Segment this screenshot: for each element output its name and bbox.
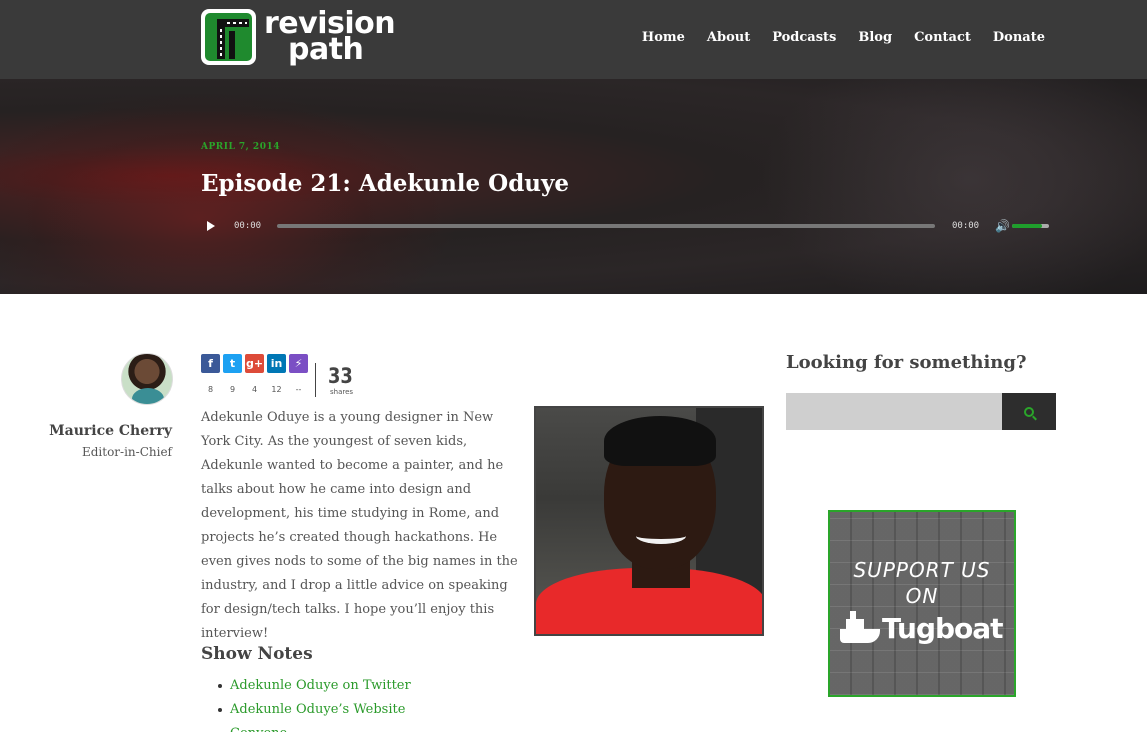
search-button[interactable] [1002,393,1056,430]
author-role: Editor-in-Chief [81,445,172,459]
nav-contact[interactable]: Contact [914,30,971,45]
more-count: -- [295,385,302,394]
search-icon [1024,406,1034,417]
episode-date: APRIL 7, 2014 [201,142,280,152]
tugboat-text: Tugboat [882,611,1004,645]
facebook-count: 8 [207,385,214,394]
progress-track[interactable] [277,224,935,228]
episode-hero: APRIL 7, 2014 Episode 21: Adekunle Oduye… [0,79,1147,294]
site-logo[interactable]: revision path [201,9,396,65]
nav-home[interactable]: Home [642,30,685,45]
current-time: 00:00 [234,221,262,231]
linkedin-icon[interactable]: in [267,354,286,373]
tugboat-brand: Tugboat [840,608,1010,648]
nav-blog[interactable]: Blog [858,30,892,45]
logo-text: revision path [264,9,396,65]
share-total-label: shares [330,388,354,396]
play-icon[interactable] [207,221,215,231]
support-line2: ON [905,584,939,608]
twitter-icon[interactable]: t [223,354,242,373]
twitter-count: 9 [229,385,236,394]
shownotes-link[interactable]: Adekunle Oduye on Twitter [218,674,411,698]
shownotes-link[interactable]: Convene [230,722,411,732]
episode-title: Episode 21: Adekunle Oduye [201,170,570,197]
guest-photo [534,406,764,636]
googleplus-icon[interactable]: g+ [245,354,264,373]
volume-level [1012,224,1042,228]
shownotes-list: Adekunle Oduye on Twitter Adekunle Oduye… [218,674,411,732]
search-input[interactable] [786,393,1002,430]
nav-about[interactable]: About [707,30,750,45]
search-title: Looking for something? [786,352,1027,373]
googleplus-count: 4 [251,385,258,394]
author-name: Maurice Cherry [49,423,172,439]
shownotes-link[interactable]: Adekunle Oduye’s Website [218,698,411,722]
shownotes-title: Show Notes [201,644,313,664]
tugboat-icon [840,611,880,645]
audio-player: 00:00 00:00 🔊 [201,216,1051,236]
nav-donate[interactable]: Donate [993,30,1045,45]
episode-intro: Adekunle Oduye is a young designer in Ne… [201,410,518,641]
facebook-icon[interactable]: f [201,354,220,373]
site-header: revision path Home About Podcasts Blog C… [0,0,1147,79]
support-tugboat-banner[interactable]: SUPPORT US ON Tugboat [828,510,1016,697]
share-divider [315,363,316,397]
more-icon[interactable]: ⚡ [289,354,308,373]
linkedin-count: 12 [271,385,282,394]
support-line1: SUPPORT US [853,558,991,582]
duration-time: 00:00 [952,221,980,231]
author-avatar [121,353,173,405]
main-nav: Home About Podcasts Blog Contact Donate [620,30,1045,45]
volume-icon[interactable]: 🔊 [995,219,1010,233]
logo-mark-icon [201,9,256,65]
share-total: 33 [328,364,353,388]
nav-podcasts[interactable]: Podcasts [772,30,836,45]
volume-slider[interactable] [1012,224,1049,228]
